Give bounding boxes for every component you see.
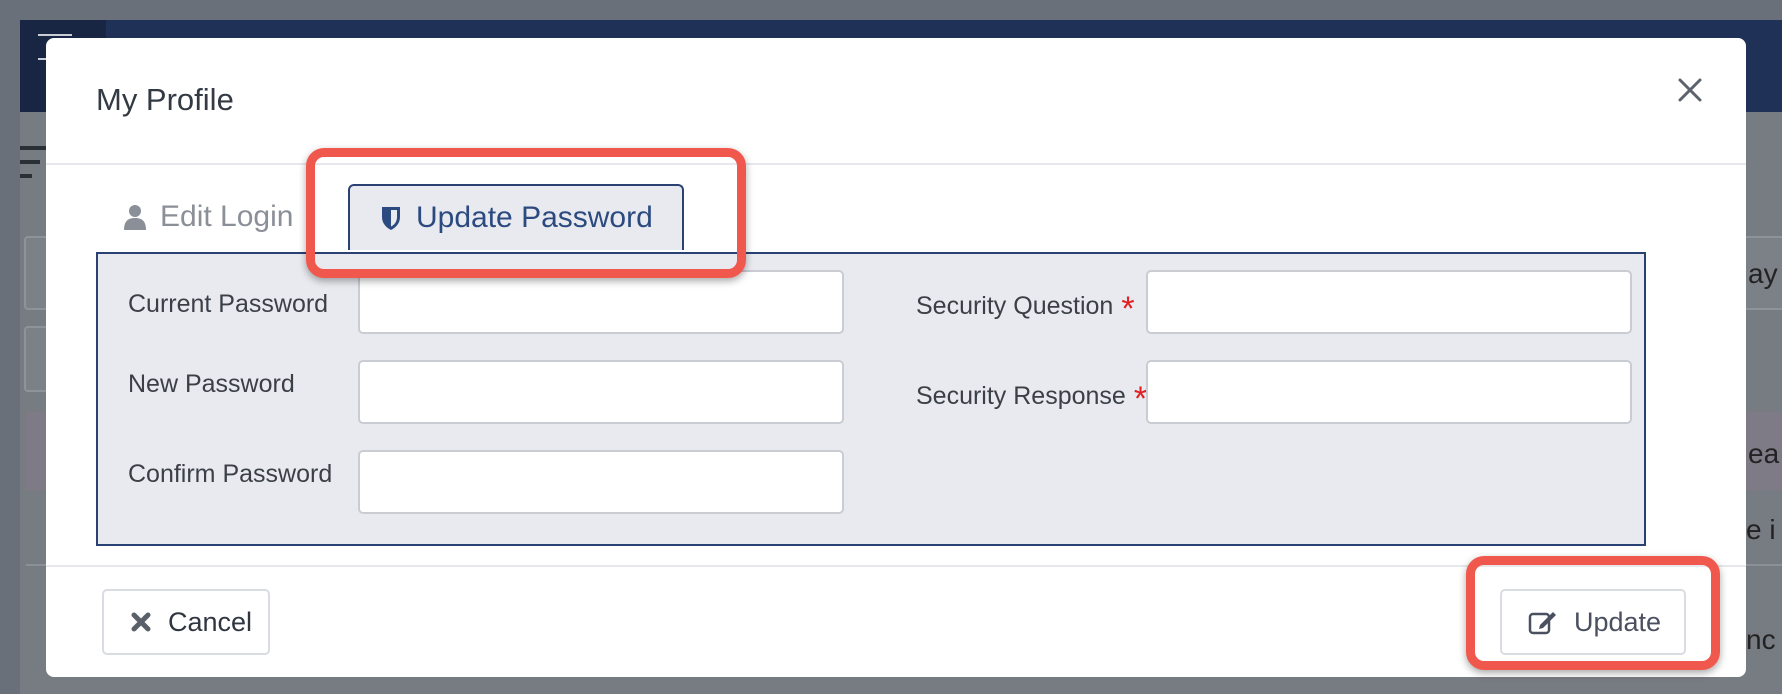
tab-update-password[interactable]: Update Password: [348, 184, 684, 250]
cancel-button[interactable]: Cancel: [102, 589, 270, 655]
update-button-label: Update: [1574, 606, 1662, 637]
confirm-password-input[interactable]: [358, 450, 844, 514]
filter-icon: [20, 146, 46, 190]
tab-edit-login[interactable]: Edit Login: [124, 184, 314, 250]
cancel-button-label: Cancel: [168, 606, 253, 637]
close-icon: [130, 611, 152, 633]
security-question-label: Security Question *: [916, 284, 1135, 328]
security-response-label-text: Security Response: [916, 382, 1126, 410]
current-password-label: Current Password: [128, 290, 329, 318]
security-response-input[interactable]: [1146, 360, 1632, 424]
security-response-label: Security Response *: [916, 374, 1147, 418]
modal-header: My Profile: [46, 38, 1746, 165]
my-profile-modal: My Profile Edit Login Update Password Cu…: [46, 38, 1746, 677]
confirm-password-label: Confirm Password: [128, 460, 333, 488]
background-text: ea: [1748, 438, 1780, 469]
tab-label: Update Password: [416, 201, 653, 234]
new-password-label: New Password: [128, 370, 295, 398]
current-password-input[interactable]: [358, 270, 844, 334]
modal-title: My Profile: [96, 82, 234, 117]
shield-icon: [380, 205, 402, 231]
security-question-input[interactable]: [1146, 270, 1632, 334]
modal-footer: Cancel Update: [46, 565, 1746, 677]
background-text: ay: [1748, 258, 1778, 289]
profile-tabs: Edit Login Update Password: [96, 184, 1696, 252]
update-button[interactable]: Update: [1500, 589, 1686, 655]
close-button[interactable]: [1668, 68, 1712, 112]
background-text: nc: [1746, 624, 1776, 655]
edit-icon: [1528, 609, 1558, 635]
required-marker: *: [1121, 290, 1135, 328]
tab-label: Edit Login: [160, 200, 294, 233]
new-password-input[interactable]: [358, 360, 844, 424]
security-question-label-text: Security Question: [916, 292, 1114, 320]
close-icon: [1678, 78, 1702, 102]
user-icon: [124, 204, 146, 230]
update-password-panel: Current Password New Password Confirm Pa…: [96, 252, 1646, 546]
background-text: e i: [1746, 514, 1776, 545]
